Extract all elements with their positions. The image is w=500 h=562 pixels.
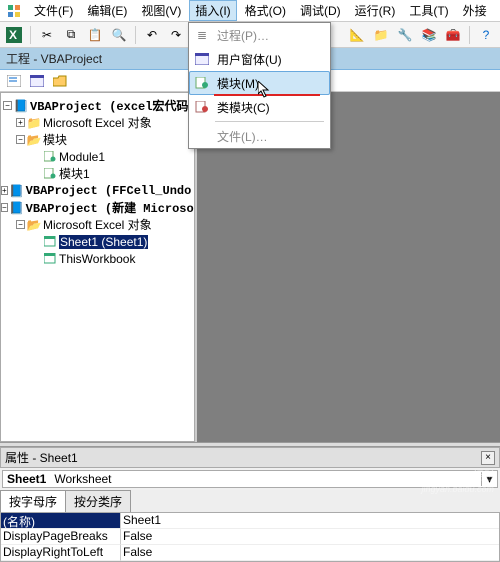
menu-view[interactable]: 视图(V) — [135, 0, 187, 21]
tree-project-1[interactable]: VBAProject (excel宏代码 — [30, 97, 188, 114]
toolbar-sep — [30, 26, 31, 44]
workbook-icon — [43, 252, 57, 266]
tree-sheet1[interactable]: Sheet1 (Sheet1) — [59, 235, 148, 249]
procedure-icon: ≣ — [193, 26, 211, 44]
dd-file-label: 文件(L)… — [217, 128, 268, 145]
toolbar-sep — [469, 26, 470, 44]
prop-value[interactable]: False — [121, 545, 499, 561]
app-logo-icon — [6, 3, 22, 19]
toolbox-icon[interactable]: 🧰 — [443, 25, 463, 45]
object-type: Worksheet — [50, 472, 111, 486]
module-icon — [43, 150, 57, 164]
dd-userform-label: 用户窗体(U) — [217, 51, 282, 68]
properties-title-bar: 属性 - Sheet1 × — [0, 447, 500, 468]
prop-key: (名称) — [1, 513, 121, 529]
folder-icon: 📂 — [27, 218, 41, 232]
tree-module1[interactable]: Module1 — [59, 150, 105, 164]
collapse-icon[interactable]: − — [1, 203, 8, 212]
copy-icon[interactable]: ⧉ — [61, 25, 81, 45]
menu-insert[interactable]: 插入(I) — [189, 0, 236, 21]
prop-row-drtl[interactable]: DisplayRightToLeft False — [1, 545, 499, 561]
expand-icon[interactable]: + — [1, 186, 8, 195]
watermark: Baidu 经验 jingyan.baidu.com — [421, 467, 494, 494]
menu-file[interactable]: 文件(F) — [28, 0, 79, 21]
menu-format[interactable]: 格式(O) — [239, 0, 292, 21]
menu-addins[interactable]: 外接 — [457, 0, 493, 21]
tree-thisworkbook[interactable]: ThisWorkbook — [59, 252, 135, 266]
menu-run[interactable]: 运行(R) — [349, 0, 402, 21]
watermark-brand: Baidu 经验 — [436, 469, 494, 483]
view-code-icon[interactable] — [4, 71, 24, 91]
dd-separator — [215, 121, 324, 122]
properties-grid[interactable]: (名称) Sheet1 DisplayPageBreaks False Disp… — [0, 512, 500, 562]
annotation-underline — [214, 94, 320, 96]
redo-icon[interactable]: ↷ — [166, 25, 186, 45]
collapse-icon[interactable]: − — [16, 220, 25, 229]
dd-procedure[interactable]: ≣ 过程(P)… — [189, 23, 330, 47]
design-mode-icon[interactable]: 📐 — [347, 25, 367, 45]
collapse-icon[interactable]: − — [16, 135, 25, 144]
collapse-icon[interactable]: − — [3, 101, 12, 110]
folder-toggle-icon[interactable] — [50, 71, 70, 91]
tree-modules-folder[interactable]: 模块 — [43, 131, 67, 148]
dd-userform[interactable]: 用户窗体(U) — [189, 47, 330, 71]
project-explorer-icon[interactable]: 📁 — [371, 25, 391, 45]
menu-edit[interactable]: 编辑(E) — [81, 0, 133, 21]
object-name: Sheet1 — [3, 471, 50, 487]
dd-classmodule[interactable]: 类模块(C) — [189, 95, 330, 119]
dd-module[interactable]: 模块(M) — [189, 71, 330, 95]
find-icon[interactable]: 🔍 — [109, 25, 129, 45]
classmodule-icon — [193, 98, 211, 116]
sheet-icon — [43, 235, 57, 249]
menu-bar: 文件(F) 编辑(E) 视图(V) 插入(I) 格式(O) 调试(D) 运行(R… — [0, 0, 500, 22]
module-icon — [193, 74, 211, 92]
vbaproject-icon: 📘 — [14, 99, 28, 113]
properties-title: 属性 - Sheet1 — [5, 449, 78, 466]
tree-excel-objects-3[interactable]: Microsoft Excel 对象 — [43, 216, 152, 233]
view-form-icon[interactable] — [27, 71, 47, 91]
close-icon[interactable]: × — [481, 451, 495, 465]
toolbar-sep — [135, 26, 136, 44]
insert-dropdown: ≣ 过程(P)… 用户窗体(U) 模块(M) 类模块(C) 文件(L)… — [188, 22, 331, 149]
help-icon[interactable]: ? — [476, 25, 496, 45]
module-icon — [43, 167, 57, 181]
tab-categorized[interactable]: 按分类序 — [65, 490, 131, 512]
prop-row-name[interactable]: (名称) Sheet1 — [1, 513, 499, 529]
prop-row-dpb[interactable]: DisplayPageBreaks False — [1, 529, 499, 545]
folder-icon: 📂 — [27, 133, 41, 147]
tree-project-3[interactable]: VBAProject (新建 Microsoft Excel 工 — [26, 199, 195, 216]
prop-key: DisplayRightToLeft — [1, 545, 121, 561]
dd-procedure-label: 过程(P)… — [217, 27, 269, 44]
dd-file[interactable]: 文件(L)… — [189, 124, 330, 148]
tab-alphabetic[interactable]: 按字母序 — [0, 490, 66, 512]
object-browser-icon[interactable]: 📚 — [419, 25, 439, 45]
file-icon — [193, 127, 211, 145]
tree-excel-objects[interactable]: Microsoft Excel 对象 — [43, 114, 152, 131]
folder-icon: 📁 — [27, 116, 41, 130]
menu-debug[interactable]: 调试(D) — [294, 0, 347, 21]
watermark-url: jingyan.baidu.com — [421, 484, 494, 494]
tree-project-2[interactable]: VBAProject (FFCell_Undo.xlam) — [26, 184, 195, 198]
vbaproject-icon: 📘 — [10, 184, 24, 198]
project-tree[interactable]: −📘VBAProject (excel宏代码 +📁Microsoft Excel… — [0, 92, 195, 442]
prop-value[interactable]: Sheet1 — [121, 513, 499, 529]
tree-module-cn[interactable]: 模块1 — [59, 165, 90, 182]
svg-text:X: X — [9, 28, 17, 42]
excel-icon[interactable]: X — [4, 25, 24, 45]
cut-icon[interactable]: ✂ — [37, 25, 57, 45]
menu-tools[interactable]: 工具(T) — [403, 0, 454, 21]
undo-icon[interactable]: ↶ — [142, 25, 162, 45]
vbaproject-icon: 📘 — [10, 201, 24, 215]
userform-icon — [193, 50, 211, 68]
prop-key: DisplayPageBreaks — [1, 529, 121, 545]
paste-icon[interactable]: 📋 — [85, 25, 105, 45]
properties-icon[interactable]: 🔧 — [395, 25, 415, 45]
expand-icon[interactable]: + — [16, 118, 25, 127]
prop-value[interactable]: False — [121, 529, 499, 545]
dd-module-label: 模块(M) — [217, 75, 259, 92]
dd-classmodule-label: 类模块(C) — [217, 99, 270, 116]
